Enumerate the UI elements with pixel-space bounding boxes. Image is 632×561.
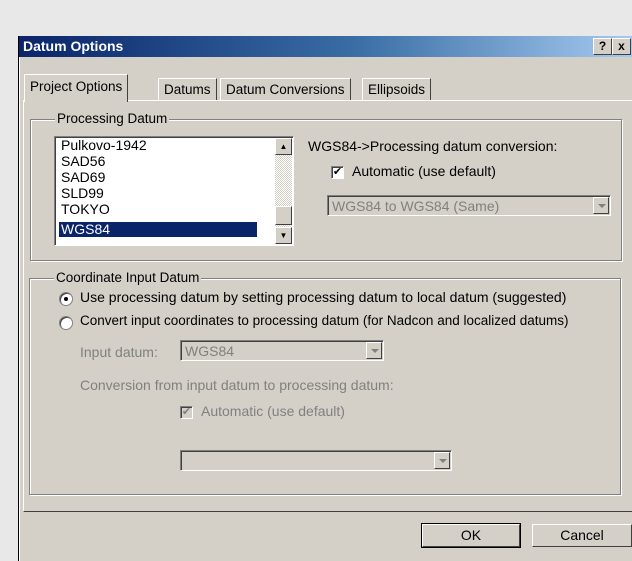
radio-convert-input[interactable] bbox=[59, 316, 73, 330]
coordinate-input-legend: Coordinate Input Datum bbox=[54, 270, 202, 285]
list-item-selected[interactable]: WGS84 bbox=[59, 222, 257, 237]
input-automatic-checkbox[interactable]: ✔ bbox=[180, 406, 193, 419]
scroll-thumb[interactable] bbox=[275, 206, 292, 225]
input-datum-select[interactable]: WGS84 bbox=[180, 340, 384, 361]
list-item[interactable]: TOKYO bbox=[59, 202, 257, 217]
radio-use-processing[interactable] bbox=[59, 292, 73, 306]
conversion-select-value: WGS84 to WGS84 (Same) bbox=[332, 198, 500, 214]
list-item[interactable]: Pulkovo-1942 bbox=[59, 138, 257, 153]
input-automatic-label: Automatic (use default) bbox=[201, 403, 345, 419]
input-datum-label: Input datum: bbox=[80, 344, 158, 360]
conversion-select[interactable]: WGS84 to WGS84 (Same) bbox=[327, 195, 611, 216]
tab-datums[interactable]: Datums bbox=[158, 78, 217, 101]
title-bar[interactable]: Datum Options ? x bbox=[19, 36, 632, 57]
scroll-up-icon[interactable]: ▲ bbox=[275, 138, 292, 155]
list-scrollbar[interactable]: ▲ ▼ bbox=[275, 138, 292, 244]
input-conversion-select[interactable] bbox=[180, 450, 452, 471]
cancel-button[interactable]: Cancel bbox=[532, 524, 632, 547]
radio-use-processing-label: Use processing datum by setting processi… bbox=[80, 289, 567, 305]
input-datum-value: WGS84 bbox=[185, 343, 235, 359]
processing-datum-legend: Processing Datum bbox=[55, 111, 170, 126]
chevron-down-icon[interactable] bbox=[593, 197, 609, 214]
scroll-down-icon[interactable]: ▼ bbox=[275, 227, 292, 244]
conversion-label: WGS84->Processing datum conversion: bbox=[308, 138, 558, 154]
ok-button[interactable]: OK bbox=[421, 523, 521, 548]
input-conversion-label: Conversion from input datum to processin… bbox=[80, 377, 394, 393]
tab-project-options[interactable]: Project Options bbox=[24, 74, 129, 102]
window-title: Datum Options bbox=[23, 38, 124, 54]
help-button[interactable]: ? bbox=[593, 38, 612, 55]
list-item[interactable]: SAD56 bbox=[59, 154, 257, 169]
automatic-label: Automatic (use default) bbox=[352, 163, 496, 179]
radio-convert-input-label: Convert input coordinates to processing … bbox=[80, 313, 569, 328]
automatic-checkbox[interactable]: ✔ bbox=[331, 166, 344, 179]
list-item[interactable]: SLD99 bbox=[59, 186, 257, 201]
list-item[interactable]: SAD69 bbox=[59, 170, 257, 185]
processing-datum-list[interactable]: Pulkovo-1942 SAD56 SAD69 SLD99 TOKYO WGS… bbox=[54, 136, 294, 246]
tab-datum-conversions[interactable]: Datum Conversions bbox=[220, 78, 351, 101]
chevron-down-icon[interactable] bbox=[366, 342, 382, 359]
tab-ellipsoids[interactable]: Ellipsoids bbox=[362, 78, 432, 101]
close-button[interactable]: x bbox=[612, 38, 631, 55]
chevron-down-icon[interactable] bbox=[434, 452, 450, 469]
